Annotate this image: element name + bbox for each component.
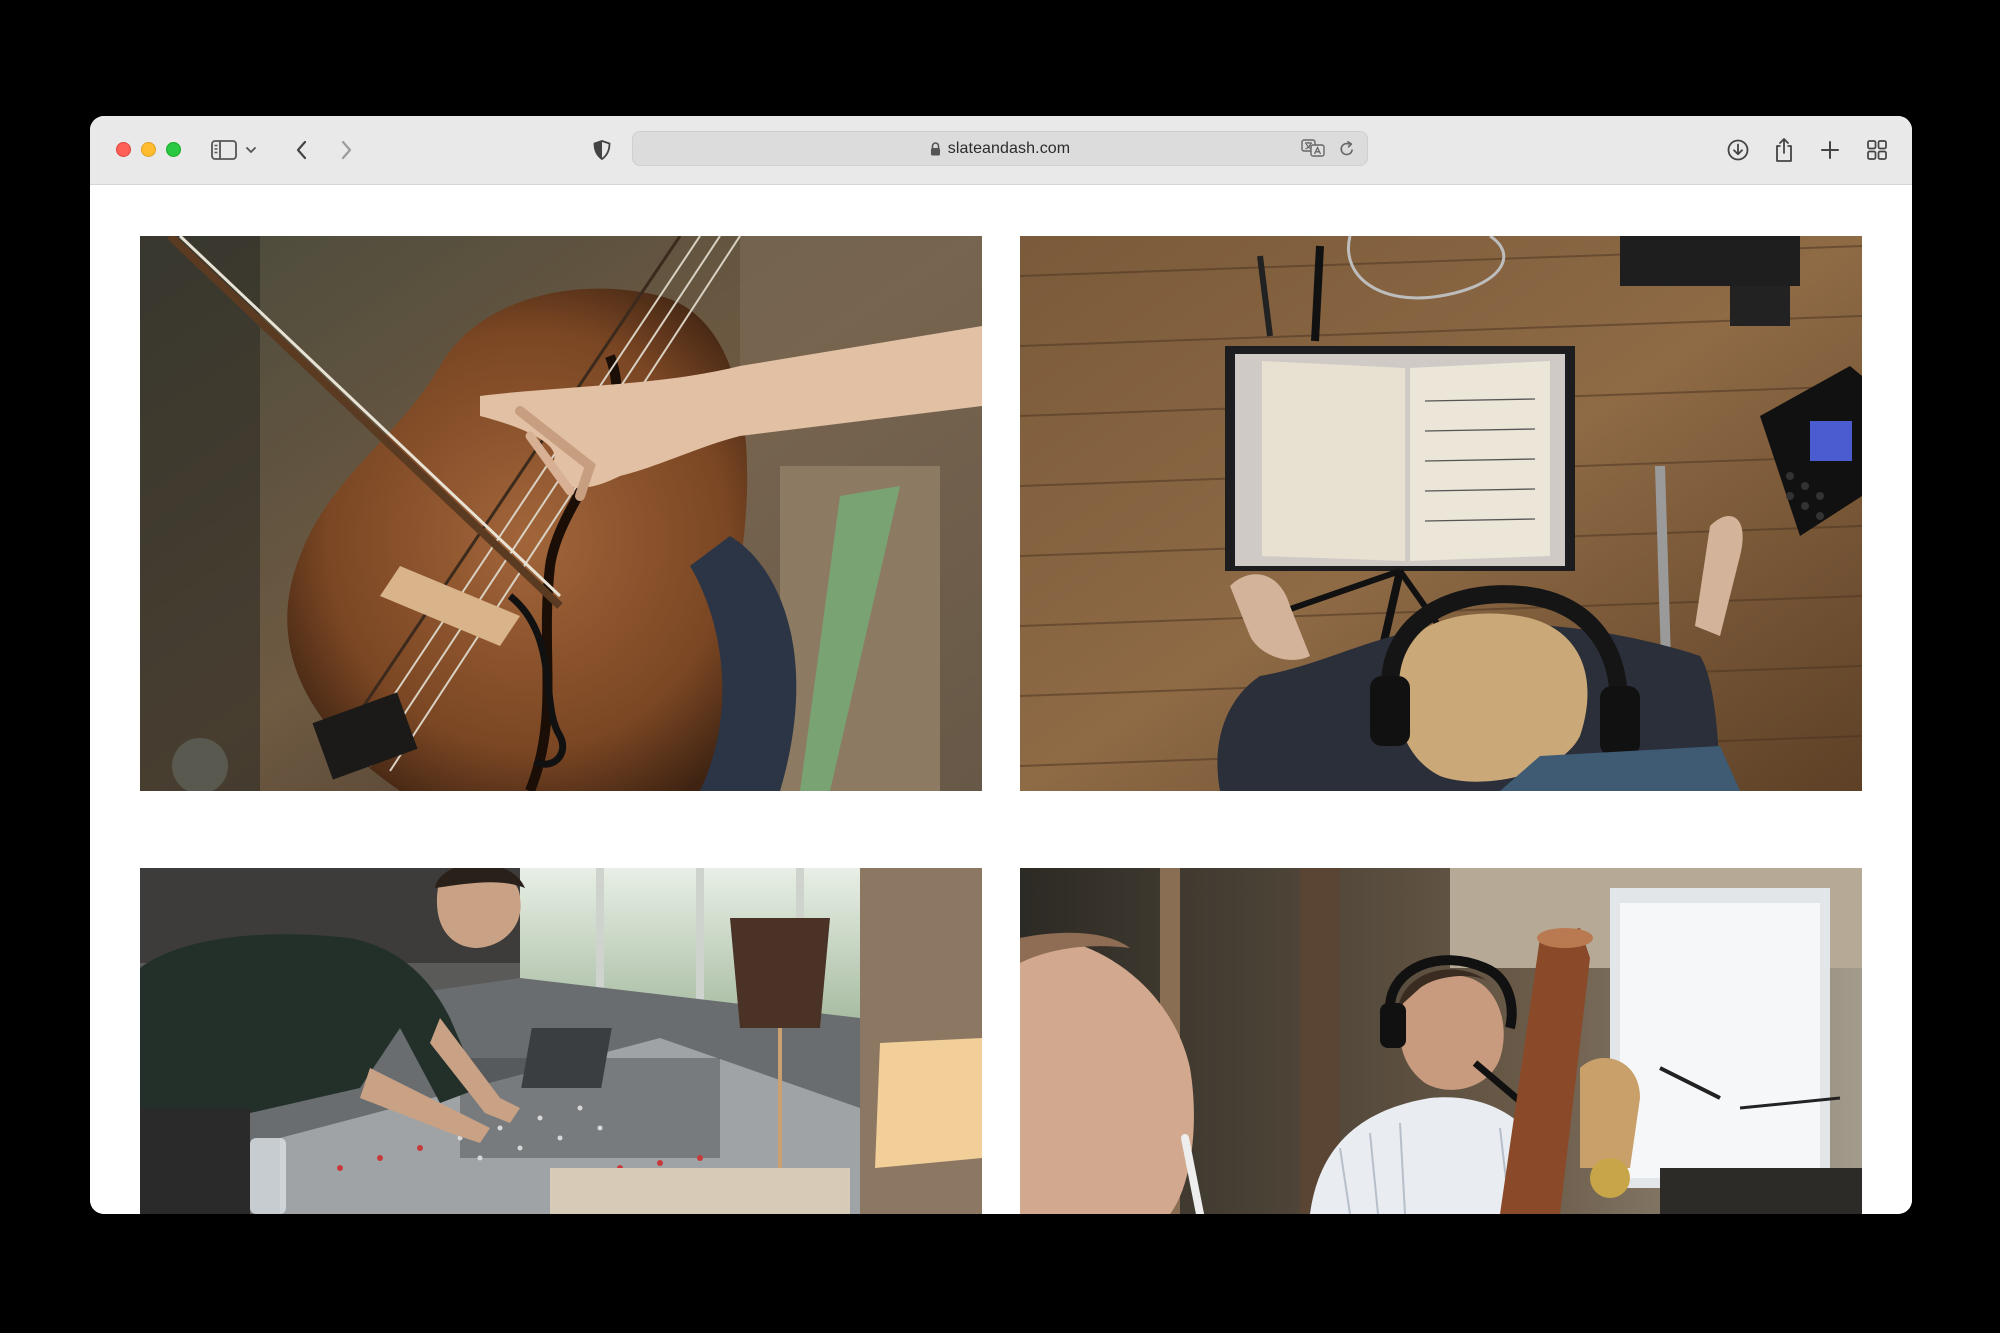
forward-button[interactable]: [330, 134, 362, 166]
chevron-right-icon: [341, 140, 352, 160]
url-text: slateandash.com: [947, 139, 1071, 157]
photo-mixing-console[interactable]: [140, 868, 982, 1214]
photo-music-stand[interactable]: [1020, 236, 1862, 791]
back-button[interactable]: [286, 134, 318, 166]
photo-musicians-recording[interactable]: [1020, 868, 1862, 1214]
share-icon[interactable]: [1768, 134, 1800, 166]
minimize-window-button[interactable]: [141, 142, 156, 157]
address-bar[interactable]: slateandash.com: [632, 131, 1368, 166]
chevron-left-icon: [296, 140, 307, 160]
grid-icon[interactable]: [1861, 134, 1893, 166]
close-window-button[interactable]: [116, 142, 131, 157]
zoom-window-button[interactable]: [166, 142, 181, 157]
page-content: [90, 185, 1912, 1214]
browser-window: slateandash.com: [90, 116, 1912, 1214]
chevron-down-icon[interactable]: [242, 134, 260, 166]
reload-icon[interactable]: [1339, 140, 1355, 162]
lock-icon: [930, 141, 941, 156]
download-icon[interactable]: [1722, 134, 1754, 166]
sidebar-icon[interactable]: [208, 134, 240, 166]
translate-icon[interactable]: [1301, 139, 1325, 162]
browser-toolbar: slateandash.com: [90, 116, 1912, 185]
shield-icon[interactable]: [586, 134, 618, 166]
plus-icon[interactable]: [1814, 134, 1846, 166]
photo-cello[interactable]: [140, 236, 982, 791]
